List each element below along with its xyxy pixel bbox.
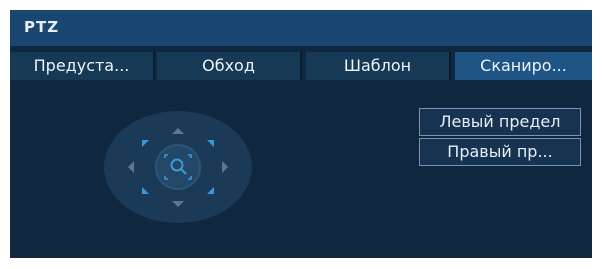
- ptz-direction-pad[interactable]: [102, 110, 254, 225]
- tab-tour[interactable]: Обход: [157, 52, 302, 80]
- center-button[interactable]: [155, 144, 201, 190]
- tab-presets[interactable]: Предуста...: [10, 52, 155, 80]
- window-title: PTZ: [24, 18, 60, 36]
- left-limit-button[interactable]: Левый предел: [419, 108, 581, 136]
- title-bar: PTZ: [10, 10, 592, 46]
- tab-pattern[interactable]: Шаблон: [306, 52, 451, 80]
- tab-bar: Предуста... Обход Шаблон Сканиро...: [10, 52, 592, 80]
- right-limit-button[interactable]: Правый пр...: [419, 138, 581, 166]
- tab-scan[interactable]: Сканиро...: [455, 52, 592, 80]
- ptz-panel: PTZ Предуста... Обход Шаблон Сканиро... …: [10, 10, 592, 258]
